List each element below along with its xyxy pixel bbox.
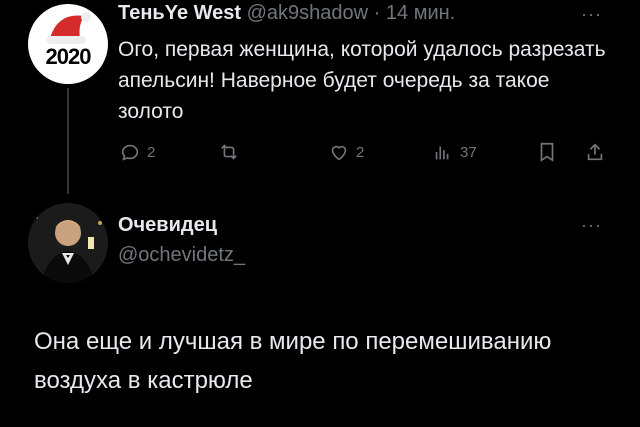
retweet-icon xyxy=(221,144,237,160)
views-count: 37 xyxy=(460,143,477,161)
bookmark-icon xyxy=(540,142,554,162)
avatar[interactable] xyxy=(28,203,108,283)
more-icon[interactable]: ··· xyxy=(581,4,602,25)
avatar-text: 2020 xyxy=(45,44,92,69)
retweet-button[interactable] xyxy=(218,141,240,163)
handle[interactable]: @ochevidetz_ xyxy=(118,244,245,267)
like-count: 2 xyxy=(356,143,365,161)
more-icon[interactable]: ··· xyxy=(581,215,602,236)
views-icon xyxy=(435,146,449,160)
avatar[interactable]: 2020 xyxy=(28,4,108,84)
avatar-portrait-icon xyxy=(28,203,108,283)
timestamp[interactable]: 14 мин. xyxy=(386,2,455,24)
share-button[interactable] xyxy=(584,141,606,163)
reply-count: 2 xyxy=(147,143,156,161)
reply-text: Ого, первая женщина, которой удалось раз… xyxy=(118,38,606,123)
views-button[interactable]: 37 xyxy=(432,141,477,163)
reply-header: ТеньYe West @ak9shadow · 14 мин. xyxy=(118,2,455,25)
thread-line xyxy=(67,88,69,194)
share-icon xyxy=(587,143,603,161)
separator: · xyxy=(373,2,381,24)
tweet-text: Она еще и лучшая в мире по перемешиванию… xyxy=(34,328,552,394)
handle[interactable]: @ak9shadow xyxy=(247,2,368,24)
like-icon xyxy=(331,145,347,161)
like-button[interactable]: 2 xyxy=(328,141,364,163)
reply-icon xyxy=(121,144,139,161)
display-name[interactable]: ТеньYe West xyxy=(118,2,241,24)
display-name[interactable]: Очевидец xyxy=(118,214,217,237)
bookmark-button[interactable] xyxy=(536,141,558,163)
reply-button[interactable]: 2 xyxy=(119,141,155,163)
